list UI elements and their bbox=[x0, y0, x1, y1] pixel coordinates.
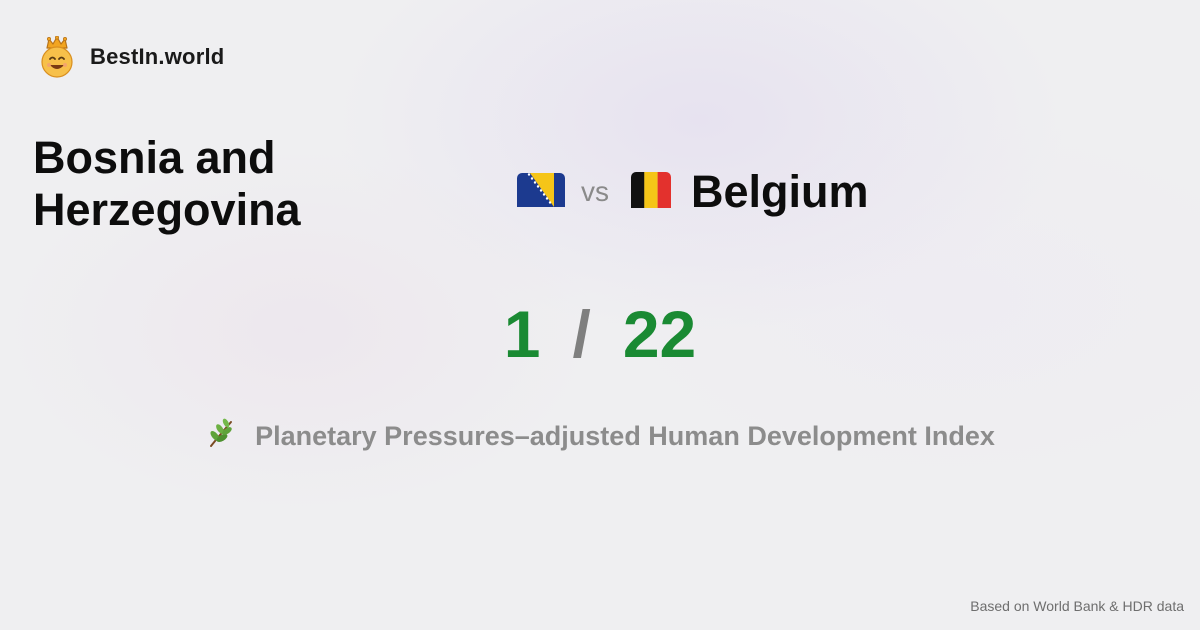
versus-row: vs Belgium bbox=[517, 166, 869, 218]
score-separator: / bbox=[572, 297, 591, 371]
crowned-smiley-icon bbox=[38, 36, 76, 78]
metric-label: Planetary Pressures–adjusted Human Devel… bbox=[255, 421, 995, 451]
metric: Planetary Pressures–adjusted Human Devel… bbox=[0, 418, 1200, 455]
scores: 1 / 22 bbox=[0, 296, 1200, 372]
belgium-flag-icon bbox=[631, 171, 671, 213]
left-score: 1 bbox=[503, 297, 541, 371]
left-country-name: Bosnia and Herzegovina bbox=[33, 132, 301, 235]
bosnia-flag-icon bbox=[517, 172, 565, 212]
brand[interactable]: BestIn.world bbox=[38, 36, 224, 78]
vs-label: vs bbox=[581, 176, 609, 207]
right-score: 22 bbox=[622, 297, 697, 371]
right-country-name: Belgium bbox=[691, 166, 869, 217]
source-note: Based on World Bank & HDR data bbox=[970, 598, 1184, 614]
herb-icon bbox=[205, 418, 237, 455]
brand-name: BestIn.world bbox=[90, 44, 225, 69]
